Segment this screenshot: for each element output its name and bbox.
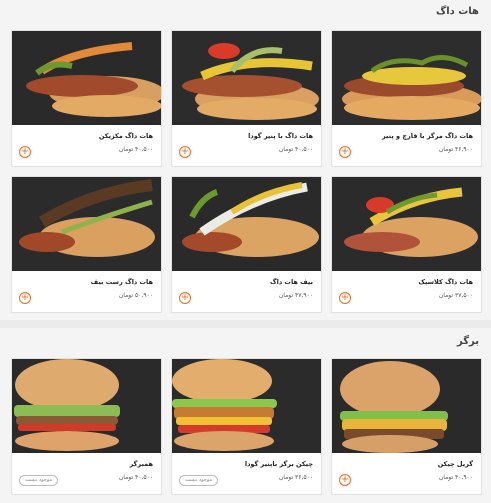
product-image — [172, 359, 321, 453]
product-name: هات داگ کلاسیک — [418, 278, 473, 286]
product-name: گریل چیکن — [437, 460, 473, 468]
product-image — [12, 177, 161, 271]
product-image — [332, 359, 481, 453]
product-card[interactable]: همبرگر ۴۰,۵۰۰ تومان موجود نیست — [11, 358, 162, 495]
product-price: ۴۰,۵۰۰ تومان — [278, 146, 313, 153]
product-price: ۵۰,۹۰۰ تومان — [118, 292, 153, 299]
product-price: ۳۶,۵۰۰ تومان — [278, 474, 313, 481]
product-name: همبرگر — [129, 460, 153, 468]
add-to-cart-button[interactable]: + — [339, 292, 351, 304]
product-card[interactable]: هات داگ مکزیکن ۴۰,۵۰۰ تومان + — [11, 30, 162, 167]
product-image — [332, 31, 481, 125]
add-to-cart-button[interactable]: + — [19, 146, 31, 158]
product-price: ۴۰,۹۰۰ تومان — [438, 474, 473, 481]
add-to-cart-button[interactable]: + — [339, 474, 351, 486]
product-card[interactable]: هات داگ با پنیر گودا ۴۰,۵۰۰ تومان + — [171, 30, 322, 167]
section-title-burger: برگر — [456, 336, 479, 347]
product-price: ۴۷,۹۰۰ تومان — [278, 292, 313, 299]
section-title-hotdog: هات داگ — [435, 6, 479, 17]
product-price: ۴۶,۹۰۰ تومان — [438, 146, 473, 153]
hotdog-grid: هات داگ مرگز با قارچ و پنیر ۴۶,۹۰۰ تومان… — [8, 30, 482, 313]
product-image — [12, 31, 161, 125]
product-price: ۴۰,۵۰۰ تومان — [118, 146, 153, 153]
add-to-cart-button[interactable]: + — [19, 292, 31, 304]
product-name: هات داگ مکزیکن — [98, 132, 153, 140]
unavailable-badge: موجود نیست — [19, 475, 59, 486]
product-card[interactable]: بیف هات داگ ۴۷,۹۰۰ تومان + — [171, 176, 322, 313]
product-image — [172, 31, 321, 125]
product-card[interactable]: هات داگ رست بیف ۵۰,۹۰۰ تومان + — [11, 176, 162, 313]
product-card[interactable]: هات داگ کلاسیک ۳۷,۵۰۰ تومان + — [331, 176, 482, 313]
product-name: بیف هات داگ — [269, 278, 313, 286]
product-image — [172, 177, 321, 271]
product-name: هات داگ مرگز با قارچ و پنیر — [381, 132, 473, 140]
product-card[interactable]: گریل چیکن ۴۰,۹۰۰ تومان + — [331, 358, 482, 495]
product-price: ۴۰,۵۰۰ تومان — [118, 474, 153, 481]
burger-grid: گریل چیکن ۴۰,۹۰۰ تومان + چیکن برگر باپنی… — [8, 358, 482, 495]
add-to-cart-button[interactable]: + — [339, 146, 351, 158]
product-name: هات داگ رست بیف — [90, 278, 153, 286]
product-name: چیکن برگر باپنیر گودا — [244, 460, 313, 468]
product-image — [12, 359, 161, 453]
product-price: ۳۷,۵۰۰ تومان — [438, 292, 473, 299]
unavailable-badge: موجود نیست — [179, 475, 219, 486]
product-name: هات داگ با پنیر گودا — [248, 132, 313, 140]
add-to-cart-button[interactable]: + — [179, 146, 191, 158]
product-card[interactable]: چیکن برگر باپنیر گودا ۳۶,۵۰۰ تومان موجود… — [171, 358, 322, 495]
section-divider — [0, 320, 491, 328]
product-card[interactable]: هات داگ مرگز با قارچ و پنیر ۴۶,۹۰۰ تومان… — [331, 30, 482, 167]
product-image — [332, 177, 481, 271]
add-to-cart-button[interactable]: + — [179, 292, 191, 304]
